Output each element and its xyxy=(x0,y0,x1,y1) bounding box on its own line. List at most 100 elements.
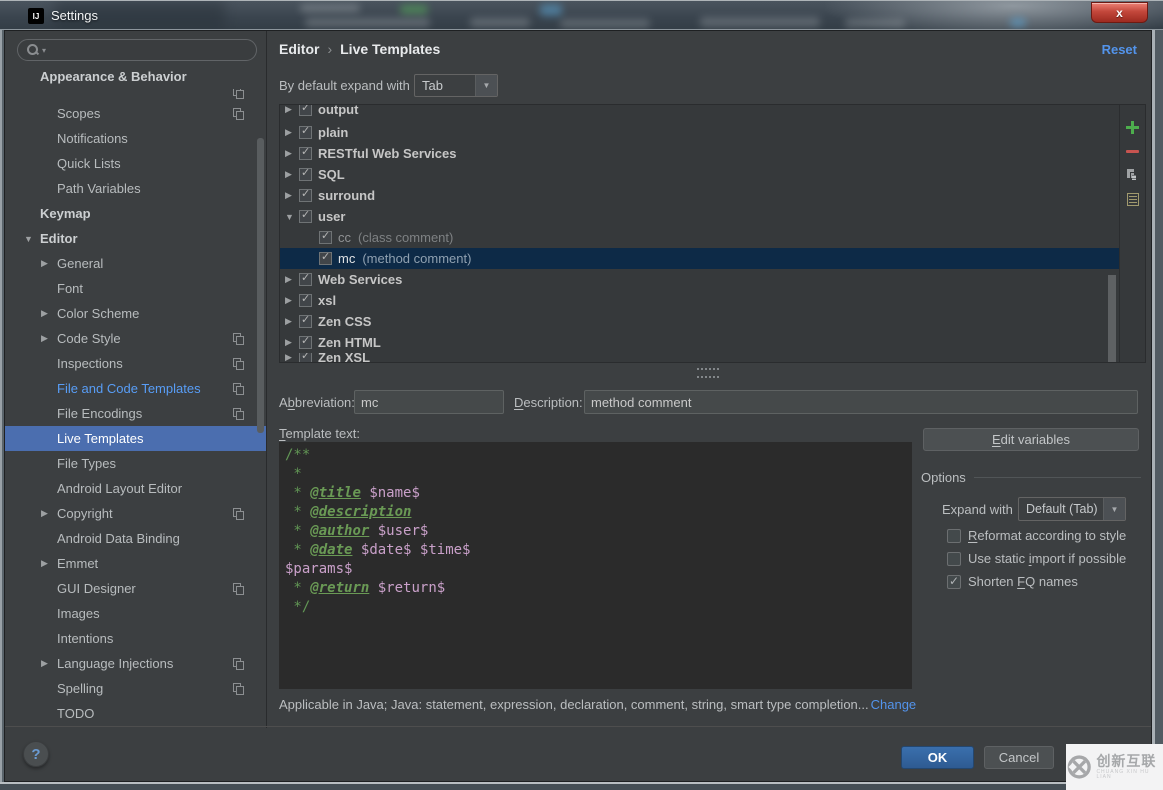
checkbox[interactable] xyxy=(299,315,312,328)
checkbox[interactable] xyxy=(947,552,961,566)
sidebar-item-editor[interactable]: ▼Editor xyxy=(5,226,266,251)
checkbox[interactable] xyxy=(947,575,961,589)
sidebar-item-intentions[interactable]: Intentions xyxy=(5,626,266,651)
sidebar-item-keymap[interactable]: Keymap xyxy=(5,201,266,226)
sidebar-item-language-injections[interactable]: ▶Language Injections xyxy=(5,651,266,676)
tree-row-restful-web-services[interactable]: ▶RESTful Web Services xyxy=(280,143,1119,164)
tree-row-cc[interactable]: cc(class comment) xyxy=(280,227,1119,248)
expand-with-select[interactable]: Default (Tab) ▼ xyxy=(1018,497,1126,521)
collapse-arrow-icon[interactable]: ▼ xyxy=(24,234,40,244)
add-button[interactable] xyxy=(1120,115,1145,139)
checkbox[interactable] xyxy=(319,231,332,244)
dropdown-arrow-icon[interactable]: ▼ xyxy=(475,75,497,96)
checkbox[interactable] xyxy=(299,147,312,160)
sidebar-item-file-colors[interactable]: File Colors xyxy=(5,89,266,101)
close-button[interactable]: x xyxy=(1091,2,1148,23)
template-editor[interactable]: /** * * @title $name$ * @description * @… xyxy=(279,442,912,689)
checkbox[interactable] xyxy=(299,273,312,286)
expand-arrow-icon[interactable]: ▶ xyxy=(285,105,299,115)
expand-arrow-icon[interactable]: ▶ xyxy=(285,316,299,327)
expand-arrow-icon[interactable]: ▶ xyxy=(41,558,57,569)
tree-row-surround[interactable]: ▶surround xyxy=(280,185,1119,206)
sidebar-item-android-data-binding[interactable]: Android Data Binding xyxy=(5,526,266,551)
tree-scrollbar[interactable] xyxy=(1108,275,1116,362)
sidebar-item-quick-lists[interactable]: Quick Lists xyxy=(5,151,266,176)
expand-arrow-icon[interactable]: ▶ xyxy=(285,148,299,159)
sidebar-item-font[interactable]: Font xyxy=(5,276,266,301)
sidebar-item-path-variables[interactable]: Path Variables xyxy=(5,176,266,201)
expand-arrow-icon[interactable]: ▶ xyxy=(41,258,57,269)
option-shorten-fq-names[interactable]: Shorten FQ names xyxy=(947,570,1126,593)
tree-row-output[interactable]: ▶output xyxy=(280,105,1119,122)
expand-arrow-icon[interactable]: ▶ xyxy=(285,353,299,362)
expand-arrow-icon[interactable]: ▶ xyxy=(285,169,299,180)
expand-arrow-icon[interactable]: ▶ xyxy=(285,274,299,285)
option-reformat-according-to-style[interactable]: Reformat according to style xyxy=(947,524,1126,547)
search-input[interactable] xyxy=(46,42,256,58)
sidebar-item-android-layout-editor[interactable]: Android Layout Editor xyxy=(5,476,266,501)
sidebar-item-emmet[interactable]: ▶Emmet xyxy=(5,551,266,576)
expand-arrow-icon[interactable]: ▶ xyxy=(285,295,299,306)
sidebar-item-gui-designer[interactable]: GUI Designer xyxy=(5,576,266,601)
expand-arrow-icon[interactable]: ▶ xyxy=(285,337,299,348)
tree-row-sql[interactable]: ▶SQL xyxy=(280,164,1119,185)
sidebar-item-spelling[interactable]: Spelling xyxy=(5,676,266,701)
sidebar-item-color-scheme[interactable]: ▶Color Scheme xyxy=(5,301,266,326)
tree-row-web-services[interactable]: ▶Web Services xyxy=(280,269,1119,290)
tree-row-xsl[interactable]: ▶xsl xyxy=(280,290,1119,311)
checkbox[interactable] xyxy=(299,336,312,349)
expand-arrow-icon[interactable]: ▶ xyxy=(41,658,57,669)
dropdown-arrow-icon[interactable]: ▼ xyxy=(1103,498,1125,520)
help-button[interactable]: ? xyxy=(23,741,49,767)
ok-button[interactable]: OK xyxy=(901,746,974,769)
collapse-arrow-icon[interactable]: ▼ xyxy=(285,212,299,222)
expand-arrow-icon[interactable]: ▶ xyxy=(41,508,57,519)
checkbox[interactable] xyxy=(299,168,312,181)
abbreviation-input[interactable] xyxy=(354,390,504,414)
expand-arrow-icon[interactable]: ▶ xyxy=(41,333,57,344)
checkbox[interactable] xyxy=(299,126,312,139)
splitter-handle[interactable] xyxy=(697,368,719,378)
sidebar-item-todo[interactable]: TODO xyxy=(5,701,266,726)
checkbox[interactable] xyxy=(299,210,312,223)
sidebar-item-appearance-behavior[interactable]: Appearance & Behavior xyxy=(5,64,266,89)
tree-row-user[interactable]: ▼user xyxy=(280,206,1119,227)
sidebar-item-code-style[interactable]: ▶Code Style xyxy=(5,326,266,351)
tree-row-zen-css[interactable]: ▶Zen CSS xyxy=(280,311,1119,332)
tree-row-plain[interactable]: ▶plain xyxy=(280,122,1119,143)
sidebar-item-file-and-code-templates[interactable]: File and Code Templates xyxy=(5,376,266,401)
sidebar-item-live-templates[interactable]: Live Templates xyxy=(5,426,266,451)
checkbox[interactable] xyxy=(299,105,312,116)
restore-defaults-button[interactable] xyxy=(1120,187,1145,211)
checkbox[interactable] xyxy=(319,252,332,265)
reset-link[interactable]: Reset xyxy=(1102,42,1137,57)
duplicate-button[interactable] xyxy=(1120,163,1145,187)
sidebar-item-file-encodings[interactable]: File Encodings xyxy=(5,401,266,426)
remove-button[interactable] xyxy=(1120,139,1145,163)
checkbox[interactable] xyxy=(299,189,312,202)
tree-row-mc[interactable]: mc(method comment) xyxy=(280,248,1119,269)
option-use-static-import-if-possible[interactable]: Use static import if possible xyxy=(947,547,1126,570)
sidebar-scrollbar[interactable] xyxy=(257,138,264,433)
sidebar-item-images[interactable]: Images xyxy=(5,601,266,626)
checkbox[interactable] xyxy=(299,294,312,307)
checkbox[interactable] xyxy=(299,353,312,362)
sidebar-item-scopes[interactable]: Scopes xyxy=(5,101,266,126)
settings-search-box[interactable]: ▾ xyxy=(17,39,257,61)
edit-variables-button[interactable]: Edit variables xyxy=(923,428,1139,451)
checkbox[interactable] xyxy=(947,529,961,543)
expand-arrow-icon[interactable]: ▶ xyxy=(41,308,57,319)
sidebar-item-general[interactable]: ▶General xyxy=(5,251,266,276)
expand-arrow-icon[interactable]: ▶ xyxy=(285,190,299,201)
default-expand-select[interactable]: Tab ▼ xyxy=(414,74,498,97)
tree-row-zen-html[interactable]: ▶Zen HTML xyxy=(280,332,1119,353)
sidebar-item-file-types[interactable]: File Types xyxy=(5,451,266,476)
expand-arrow-icon[interactable]: ▶ xyxy=(285,127,299,138)
tree-row-zen-xsl[interactable]: ▶Zen XSL xyxy=(280,353,1119,362)
change-link[interactable]: Change xyxy=(871,697,917,712)
cancel-button[interactable]: Cancel xyxy=(984,746,1054,769)
sidebar-item-inspections[interactable]: Inspections xyxy=(5,351,266,376)
sidebar-item-copyright[interactable]: ▶Copyright xyxy=(5,501,266,526)
description-input[interactable] xyxy=(584,390,1138,414)
sidebar-item-notifications[interactable]: Notifications xyxy=(5,126,266,151)
